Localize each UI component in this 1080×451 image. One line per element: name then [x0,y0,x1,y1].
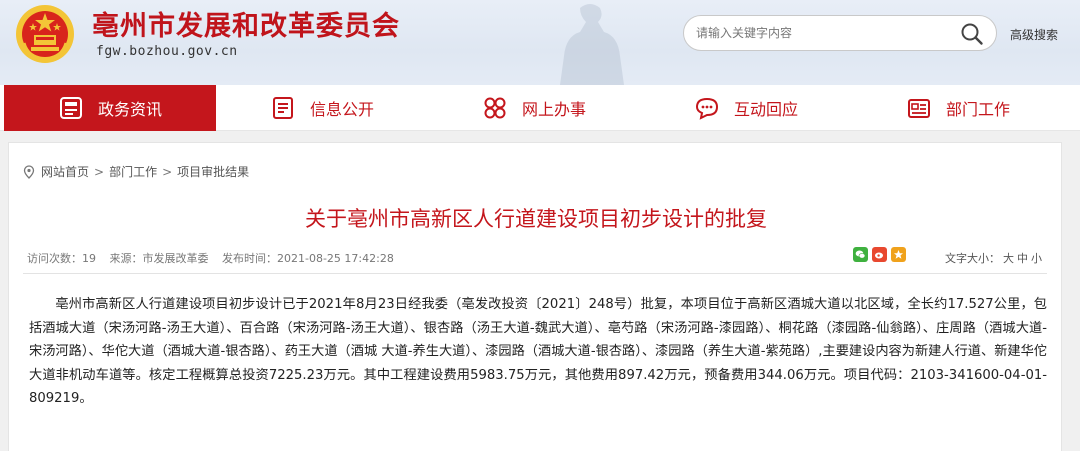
nav-item-interaction[interactable]: 互动回应 [640,85,852,131]
advanced-search-link[interactable]: 高级搜索 [1010,26,1058,43]
chat-icon [695,97,718,120]
national-emblem-logo [16,5,74,63]
font-size-small[interactable]: 小 [1031,252,1042,265]
breadcrumb-separator: > [94,164,105,179]
font-size-label: 文字大小： [945,252,1000,265]
location-pin-icon [23,164,35,179]
nav-item-info-disclosure[interactable]: 信息公开 [216,85,428,131]
nav-item-news[interactable]: 政务资讯 [4,85,216,131]
share-buttons [853,247,906,262]
article-body: 亳州市高新区人行道建设项目初步设计已于2021年8月23日经我委（亳发改投资〔2… [29,293,1047,411]
nav-item-department-work[interactable]: 部门工作 [852,85,1064,131]
publish-time: 发布时间：2021-08-25 17:42:28 [222,252,394,265]
article-title: 关于亳州市高新区人行道建设项目初步设计的批复 [305,207,767,231]
main-nav: 政务资讯 信息公开 网上办事 互动回应 部门工作 [0,85,1080,131]
nav-label: 政务资讯 [97,100,162,119]
breadcrumb-separator: > [162,164,173,179]
services-icon [484,97,506,119]
search-box [683,15,997,51]
nav-label: 网上办事 [521,100,586,119]
nav-label: 部门工作 [945,100,1010,119]
department-icon [907,99,930,118]
statue-decoration [560,4,624,85]
weibo-icon[interactable] [872,247,887,262]
site-url: fgw.bozhou.gov.cn [96,44,238,59]
breadcrumb-approval-results[interactable]: 项目审批结果 [177,163,249,180]
document-icon [272,97,293,119]
article-card: 网站首页 > 部门工作 > 项目审批结果 关于亳州市高新区人行道建设项目初步设计… [8,142,1062,451]
site-title: 亳州市发展和改革委员会 [92,11,400,42]
font-size-control: 文字大小：大中小 [945,250,1042,266]
visit-count: 访问次数：19 [27,252,96,265]
font-size-medium[interactable]: 中 [1017,252,1028,265]
favorite-icon[interactable] [891,247,906,262]
article-meta: 访问次数：19 来源：市发展改革委 发布时间：2021-08-25 17:42:… [27,250,404,266]
nav-item-online-services[interactable]: 网上办事 [428,85,640,131]
search-icon[interactable] [960,22,984,46]
breadcrumb-department-work[interactable]: 部门工作 [109,163,157,180]
news-icon [59,97,82,119]
search-input[interactable] [696,23,946,43]
divider [23,273,1047,274]
wechat-icon[interactable] [853,247,868,262]
site-header: 亳州市发展和改革委员会 fgw.bozhou.gov.cn 高级搜索 [0,0,1080,85]
font-size-large[interactable]: 大 [1003,252,1014,265]
breadcrumb-home[interactable]: 网站首页 [41,163,89,180]
article-paragraph: 亳州市高新区人行道建设项目初步设计已于2021年8月23日经我委（亳发改投资〔2… [29,297,1047,406]
nav-label: 互动回应 [733,100,798,119]
nav-label: 信息公开 [309,100,374,119]
article-source: 来源：市发展改革委 [109,252,209,265]
breadcrumb: 网站首页 > 部门工作 > 项目审批结果 [23,163,249,180]
